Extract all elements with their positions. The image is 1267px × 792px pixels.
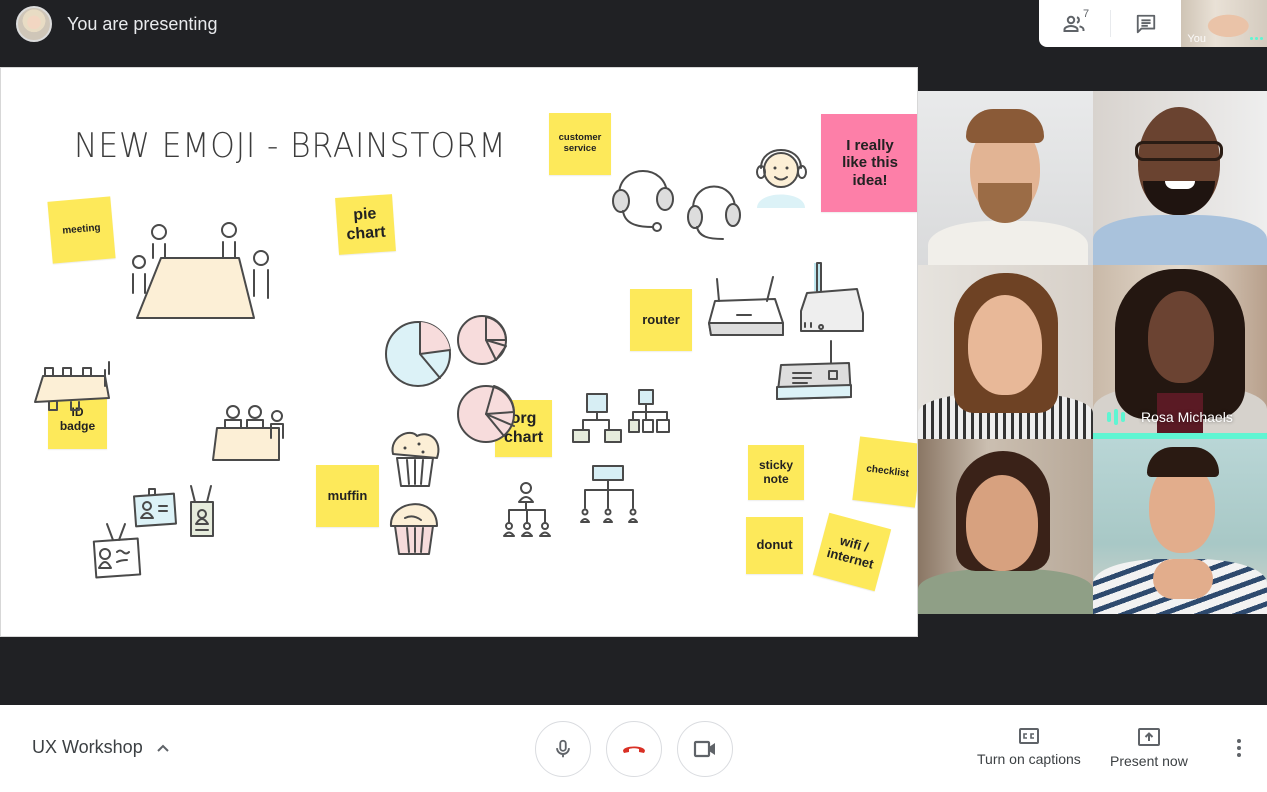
leave-call-button[interactable] — [606, 721, 662, 777]
mic-icon — [556, 739, 570, 758]
top-right-panel: 7 You — [1039, 0, 1267, 47]
customer-service-agent-drawing — [756, 149, 807, 208]
chevron-up-icon — [157, 744, 169, 752]
sticky-checklist: checklist — [852, 436, 917, 508]
meeting-table-large-drawing — [132, 222, 269, 319]
presenter-avatar — [16, 6, 52, 42]
presenting-banner: You are presenting — [16, 6, 217, 42]
microphone-button[interactable] — [535, 721, 591, 777]
camera-icon — [693, 740, 715, 758]
participant-tile-rosa-michaels[interactable]: Rosa Michaels — [1093, 265, 1267, 439]
camera-button[interactable] — [677, 721, 733, 777]
captions-label: Turn on captions — [977, 751, 1081, 767]
router-drawings — [708, 262, 864, 400]
more-options-button[interactable] — [1229, 733, 1249, 763]
org-chart-drawings — [503, 389, 670, 537]
headset-drawings — [612, 170, 741, 240]
closed-captions-icon — [1018, 728, 1039, 744]
sticky-router: router — [630, 289, 692, 351]
meeting-table-small-drawing — [34, 361, 110, 411]
present-screen-icon — [1137, 728, 1160, 746]
sticky-muffin: muffin — [316, 465, 379, 527]
present-now-button[interactable]: Present now — [1110, 727, 1188, 769]
participant-tile[interactable] — [1093, 439, 1267, 614]
present-label: Present now — [1110, 753, 1188, 769]
sticky-customer-service: customer service — [549, 113, 611, 175]
participant-grid: Rosa Michaels — [918, 91, 1267, 614]
id-badge-drawings — [92, 485, 214, 579]
meeting-name: UX Workshop — [32, 737, 143, 757]
chat-button[interactable] — [1111, 0, 1182, 47]
participant-tile[interactable] — [918, 91, 1093, 265]
participant-name: Rosa Michaels — [1141, 409, 1233, 425]
meeting-details-button[interactable]: UX Workshop — [32, 737, 170, 758]
show-everyone-button[interactable]: 7 — [1039, 0, 1110, 47]
more-vert-icon — [1237, 739, 1241, 743]
people-count: 7 — [1083, 8, 1090, 20]
presented-whiteboard: NEW EMOJI - BRAINSTORM meeting pie chart… — [0, 67, 918, 637]
participant-tile[interactable] — [918, 265, 1093, 439]
self-audio-indicator — [1250, 37, 1263, 40]
bottom-control-bar: UX Workshop Turn on captions Present now — [0, 705, 1267, 792]
meeting-stage: You are presenting 7 You NEW EMOJI - BRA… — [0, 0, 1267, 705]
self-view-tile[interactable]: You — [1181, 0, 1267, 47]
muffin-drawings — [389, 431, 440, 555]
sticky-sticky-note: sticky note — [748, 445, 804, 500]
presenting-text: You are presenting — [67, 13, 218, 34]
sticky-donut: donut — [746, 517, 803, 574]
hang-up-icon — [623, 746, 645, 753]
turn-on-captions-button[interactable]: Turn on captions — [977, 727, 1081, 767]
sticky-pie-chart: pie chart — [335, 194, 396, 255]
whiteboard-title: NEW EMOJI - BRAINSTORM — [74, 126, 507, 166]
participant-tile[interactable] — [918, 439, 1093, 614]
sticky-meeting: meeting — [47, 196, 116, 264]
meeting-table-people-drawing — [212, 405, 284, 461]
self-label: You — [1187, 33, 1206, 45]
sticky-wifi: wifi / internet — [812, 512, 892, 592]
chat-icon — [1136, 14, 1156, 33]
participant-tile[interactable] — [1093, 91, 1267, 265]
speaking-indicator-icon — [1107, 409, 1125, 425]
sticky-comment: I really like this idea! — [821, 114, 917, 212]
